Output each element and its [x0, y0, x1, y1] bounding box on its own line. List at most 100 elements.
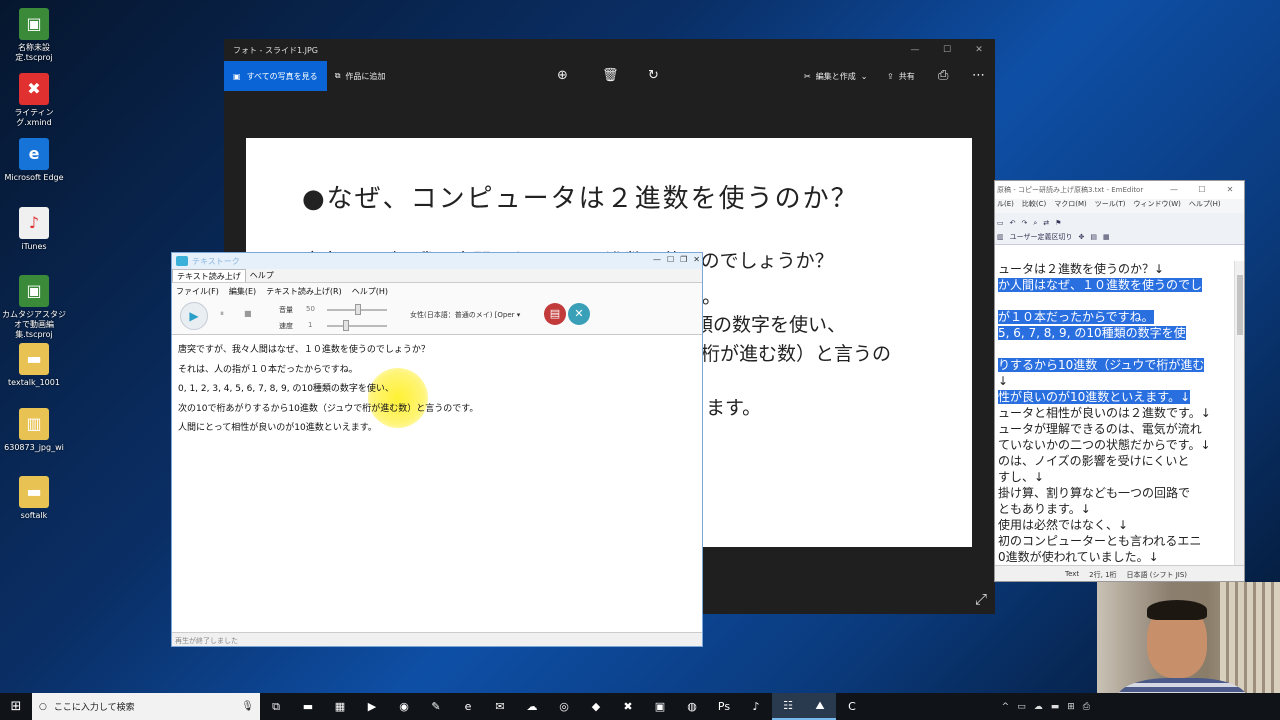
desktop-icon-label: ライティング.xmind — [14, 108, 54, 127]
grid-icon[interactable]: ▦ — [1103, 233, 1110, 241]
image-app-icon[interactable]: ▣ — [644, 693, 676, 720]
texttalk-icon[interactable]: ☷ — [772, 693, 804, 720]
speed-slider-thumb[interactable] — [343, 320, 349, 331]
microphone-icon[interactable]: 🎙 — [241, 701, 254, 712]
tray-icon[interactable]: ^ — [1002, 702, 1010, 712]
emeditor-menu-item[interactable]: ル(E) — [997, 199, 1014, 213]
restore-icon[interactable]: ☐ — [667, 255, 674, 264]
cloud-icon[interactable]: ☁ — [516, 693, 548, 720]
emeditor-toolbar-row-2: ▥ ユーザー定義区切り ✥ ▤ ▦ — [997, 230, 1242, 244]
emeditor-menu-item[interactable]: 比較(C) — [1022, 199, 1046, 213]
volume-slider-thumb[interactable] — [355, 304, 361, 315]
emeditor-menu-item[interactable]: ヘルプ(H) — [1189, 199, 1221, 213]
edge-icon[interactable]: e — [452, 693, 484, 720]
voice-select[interactable]: 女性(日本語：普通のメイ) [Oper ▾ — [410, 310, 520, 320]
speed-slider[interactable] — [327, 325, 387, 327]
settings-icon[interactable]: ✥ — [1079, 233, 1085, 241]
notepad-icon[interactable]: ✎ — [420, 693, 452, 720]
tab-help[interactable]: ヘルプ — [246, 269, 278, 282]
task-view-icon[interactable]: ⧉ — [260, 693, 292, 720]
photos-icon[interactable]: ⛰ — [804, 693, 836, 720]
emeditor-menu-item[interactable]: マクロ(M) — [1054, 199, 1087, 213]
diamond-icon[interactable]: ◆ — [580, 693, 612, 720]
emeditor-scrollbar[interactable] — [1234, 261, 1244, 567]
emeditor-text-area[interactable]: ュータは２進数を使うのか？↓ か人間はなぜ、１０進数を使うのでし が１０本だったから… — [995, 261, 1233, 567]
itunes-icon[interactable]: ♪ — [740, 693, 772, 720]
print-icon[interactable]: ⎙ — [938, 61, 948, 91]
share-button[interactable]: ⇪ 共有 — [879, 61, 923, 91]
user-delimiter-label[interactable]: ユーザー定義区切り — [1010, 232, 1073, 242]
play-button[interactable]: ▶ — [180, 302, 208, 330]
edit-icon: ✂ — [804, 71, 811, 81]
open-icon[interactable]: ▭ — [997, 219, 1004, 227]
taskbar-search[interactable]: ○ ここに入力して検索 🎙 — [32, 693, 260, 720]
photoshop-icon[interactable]: Ps — [708, 693, 740, 720]
xmind-icon[interactable]: ✖ — [612, 693, 644, 720]
minimize-icon[interactable]: — — [1160, 181, 1188, 199]
tray-icon[interactable]: ☁ — [1034, 702, 1043, 712]
file-explorer-icon[interactable]: ▬ — [292, 693, 324, 720]
emeditor-window-controls: — ☐ ✕ — [1160, 181, 1244, 199]
all-photos-button[interactable]: ▣ すべての写真を見る — [224, 61, 327, 91]
redo-icon[interactable]: ↷ — [1022, 219, 1028, 227]
bookmark-icon[interactable]: ⚑ — [1055, 219, 1061, 227]
tray-icon[interactable]: ▬ — [1051, 702, 1060, 712]
close-icon[interactable]: ✕ — [693, 255, 700, 264]
tray-icon[interactable]: ⎙ — [1083, 702, 1090, 712]
more-icon[interactable]: ⋯ — [972, 61, 985, 91]
desktop-icon[interactable]: ▬ softalk — [2, 476, 66, 521]
find-icon[interactable]: ⌕ — [1033, 219, 1037, 228]
maximize-icon[interactable]: ☐ — [1188, 181, 1216, 199]
mail-icon[interactable]: ✉ — [484, 693, 516, 720]
scroll-thumb[interactable] — [1237, 275, 1243, 335]
pause-button[interactable]: ⏸ — [220, 309, 224, 319]
menu-read[interactable]: テキスト読み上げ(R) — [266, 286, 342, 297]
tray-icon[interactable]: ⊞ — [1067, 702, 1075, 712]
close-icon[interactable]: ✕ — [1216, 181, 1244, 199]
desktop-icon-label: iTunes — [21, 242, 47, 251]
tray-icon[interactable]: ▭ — [1017, 702, 1026, 712]
windows-start-icon[interactable]: ⊞ — [0, 693, 32, 720]
zoom-icon[interactable]: ◎ — [548, 693, 580, 720]
edit-create-button[interactable]: ✂ 編集と作成 ⌄ — [796, 61, 875, 91]
close-icon[interactable]: ✕ — [963, 39, 995, 61]
record-icon[interactable]: ◉ — [388, 693, 420, 720]
emeditor-menu-item[interactable]: ウィンドウ(W) — [1134, 199, 1181, 213]
texttalk-text-area[interactable]: 唐突ですが、我々人間はなぜ、１０進数を使うのでしょうか？ それは、人の指が１０本だ… — [172, 337, 702, 634]
menu-help[interactable]: ヘルプ(H) — [352, 286, 388, 297]
desktop-icon[interactable]: ♪ iTunes — [2, 207, 66, 252]
rotate-icon[interactable]: ↻ — [648, 61, 659, 91]
slide-line-3: 類の数字を使い、 — [694, 314, 847, 336]
desktop-icon[interactable]: ▣ カムタジアスタジオで動画編集.tscproj — [2, 275, 66, 340]
restore-down-icon[interactable]: ❐ — [680, 255, 687, 264]
media-icon[interactable]: ▶ — [356, 693, 388, 720]
desktop-icon[interactable]: ▬ textalk_1001 — [2, 343, 66, 388]
editor-line: ュータは２進数を使うのか？↓ — [995, 261, 1233, 277]
minimize-icon[interactable]: — — [653, 255, 661, 264]
chrome-icon[interactable]: ◍ — [676, 693, 708, 720]
texttalk-tabs: テキスト読み上げ ヘルプ — [172, 269, 702, 283]
desktop-icon[interactable]: ▥ 630873_jpg_wi — [2, 408, 66, 453]
emeditor-menu-item[interactable]: ツール(T) — [1095, 199, 1126, 213]
minimize-icon[interactable]: — — [899, 39, 931, 61]
desktop-icon[interactable]: ▣ 名称未設定.tscproj — [2, 8, 66, 63]
film-icon[interactable]: ▤ — [544, 303, 566, 325]
zoom-in-icon[interactable]: ⊕ — [557, 61, 568, 91]
camtasia-icon[interactable]: C — [836, 693, 868, 720]
menu-edit[interactable]: 編集(E) — [229, 286, 256, 297]
desktop-icon[interactable]: e Microsoft Edge — [2, 138, 66, 183]
chevron-down-icon: ⌄ — [860, 71, 868, 81]
add-to-creation-button[interactable]: ⧉ 作品に追加 — [327, 61, 394, 91]
tools-icon[interactable]: ✕ — [568, 303, 590, 325]
undo-icon[interactable]: ↶ — [1010, 219, 1016, 227]
tab-text-reading[interactable]: テキスト読み上げ — [172, 269, 246, 282]
desktop-icon[interactable]: ✖ ライティング.xmind — [2, 73, 66, 128]
fullscreen-icon[interactable]: ⤢ — [975, 590, 987, 608]
delete-icon[interactable]: 🗑 — [602, 61, 619, 91]
stop-button[interactable]: ■ — [244, 309, 252, 318]
replace-icon[interactable]: ⇄ — [1043, 219, 1049, 227]
maximize-icon[interactable]: ☐ — [931, 39, 963, 61]
menu-file[interactable]: ファイル(F) — [176, 286, 219, 297]
store-icon[interactable]: ▦ — [324, 693, 356, 720]
columns-icon[interactable]: ▤ — [1090, 233, 1097, 241]
